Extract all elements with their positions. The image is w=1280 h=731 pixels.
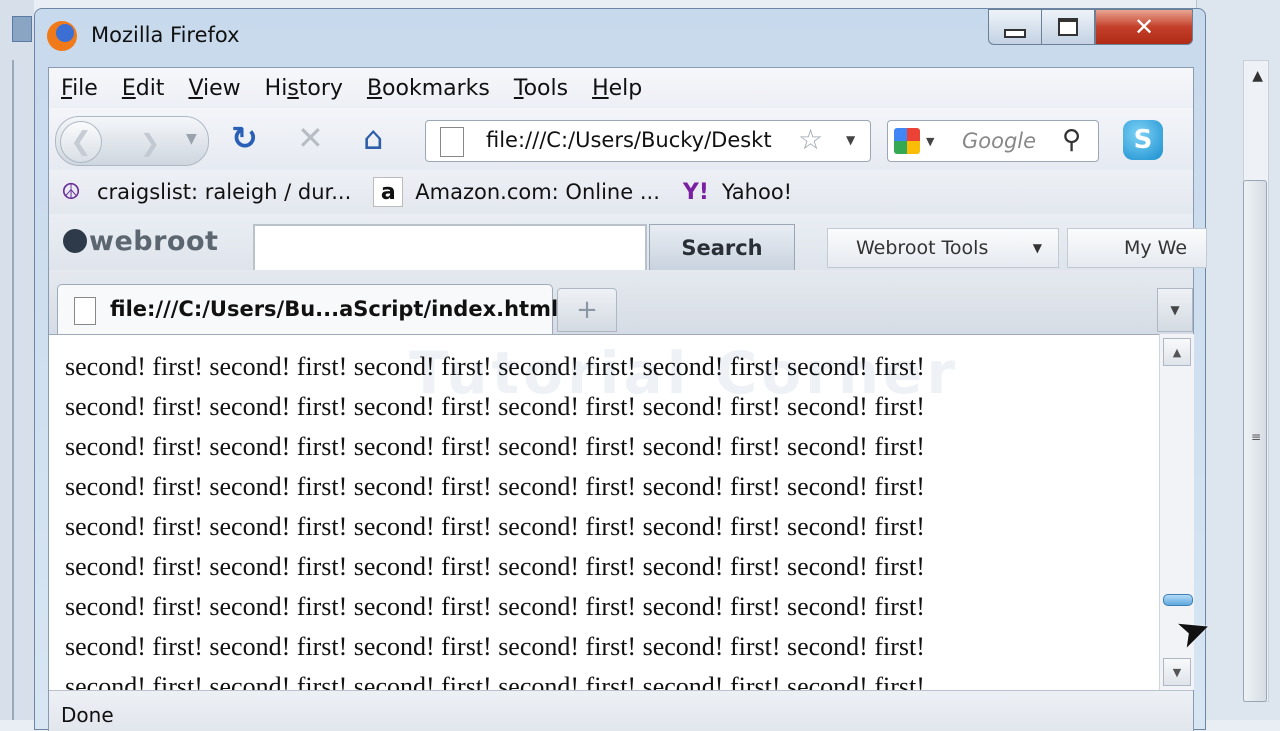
menu-bookmarks[interactable]: Bookmarks bbox=[355, 76, 502, 101]
chevron-down-icon: ▼ bbox=[1172, 665, 1182, 679]
menu-bar: File Edit View History Bookmarks Tools H… bbox=[49, 68, 1193, 108]
browser-client-area: File Edit View History Bookmarks Tools H… bbox=[48, 67, 1217, 731]
chevron-down-icon: ▼ bbox=[1032, 241, 1042, 255]
window-icon bbox=[12, 16, 32, 42]
tab-list-button[interactable]: ▼ bbox=[1157, 288, 1193, 332]
navigation-toolbar: ❮ ❯ ▼ ↻ ✕ ⌂ file:///C:/Users/Bucky/Deskt… bbox=[49, 108, 1193, 170]
menu-edit[interactable]: Edit bbox=[110, 76, 177, 101]
webroot-tools-button[interactable]: Webroot Tools ▼ bbox=[827, 228, 1059, 268]
bookmarks-toolbar: ☮ craigslist: raleigh / dur... a Amazon.… bbox=[49, 170, 1193, 214]
page-icon bbox=[74, 297, 96, 325]
minimize-button[interactable] bbox=[988, 9, 1042, 45]
google-icon[interactable] bbox=[894, 128, 920, 154]
title-bar: Mozilla Firefox ✕ bbox=[35, 9, 1205, 61]
scroll-down-button[interactable]: ▼ bbox=[1163, 658, 1191, 686]
background-divider bbox=[12, 60, 26, 720]
minimize-icon bbox=[1004, 28, 1026, 38]
back-button[interactable]: ❮ bbox=[60, 121, 102, 163]
status-text: Done bbox=[61, 703, 114, 727]
back-forward-group: ❮ ❯ ▼ bbox=[55, 116, 209, 166]
url-dropdown-icon[interactable]: ▼ bbox=[846, 133, 855, 147]
webroot-search-input[interactable] bbox=[253, 224, 647, 272]
page-icon bbox=[440, 127, 464, 157]
maximize-icon bbox=[1058, 18, 1078, 36]
forward-button[interactable]: ❯ bbox=[140, 129, 160, 157]
tab-index-html[interactable]: file:///C:/Users/Bu...aScript/index.html bbox=[57, 284, 558, 335]
home-icon[interactable]: ⌂ bbox=[363, 122, 383, 154]
url-text[interactable]: file:///C:/Users/Bucky/Deskt bbox=[486, 128, 786, 152]
chevron-up-icon[interactable]: ▲ bbox=[1252, 68, 1263, 84]
page-text: second! first! second! first! second! fi… bbox=[65, 347, 925, 691]
bookmark-star-icon[interactable]: ☆ bbox=[798, 123, 823, 156]
text-line: second! first! second! first! second! fi… bbox=[65, 632, 925, 661]
chevron-up-icon: ▲ bbox=[1172, 345, 1182, 359]
scrollbar-thumb[interactable] bbox=[1163, 594, 1193, 606]
tab-strip: file:///C:/Users/Bu...aScript/index.html… bbox=[49, 270, 1193, 335]
window-title: Mozilla Firefox bbox=[91, 23, 240, 47]
text-line: second! first! second! first! second! fi… bbox=[65, 392, 925, 421]
bookmark-label: Yahoo! bbox=[721, 180, 793, 204]
firefox-window: Mozilla Firefox ✕ File Edit View History… bbox=[34, 8, 1217, 731]
forward-arrow-icon: ❯ bbox=[140, 129, 161, 157]
stop-icon[interactable]: ✕ bbox=[297, 122, 324, 154]
text-line: second! first! second! first! second! fi… bbox=[65, 512, 925, 541]
firefox-icon bbox=[47, 21, 77, 51]
text-line: second! first! second! first! second! fi… bbox=[65, 592, 925, 621]
url-bar[interactable]: file:///C:/Users/Bucky/Deskt ☆ ▼ bbox=[425, 120, 871, 162]
text-line: second! first! second! first! second! fi… bbox=[65, 432, 925, 461]
yahoo-icon: Y! bbox=[682, 179, 709, 205]
grip-icon: ≡ bbox=[1250, 430, 1261, 444]
webroot-logo: webroot bbox=[63, 226, 218, 257]
bookmark-yahoo[interactable]: Y! Yahoo! bbox=[682, 178, 792, 206]
menu-help[interactable]: Help bbox=[580, 76, 654, 101]
menu-file[interactable]: File bbox=[49, 76, 110, 101]
menu-view[interactable]: View bbox=[176, 76, 252, 101]
text-line: second! first! second! first! second! fi… bbox=[65, 352, 925, 381]
tab-label: file:///C:/Users/Bu...aScript/index.html bbox=[110, 297, 559, 321]
webroot-search-button[interactable]: Search bbox=[649, 224, 795, 272]
text-line: second! first! second! first! second! fi… bbox=[65, 552, 925, 581]
menu-history[interactable]: History bbox=[253, 76, 355, 101]
search-icon[interactable]: ⚲ bbox=[1062, 125, 1081, 155]
scroll-up-button[interactable]: ▲ bbox=[1163, 338, 1191, 366]
skype-icon[interactable]: S bbox=[1123, 120, 1163, 160]
background-window: ▲ ≡ bbox=[1196, 0, 1280, 720]
background-desktop-edge bbox=[0, 0, 34, 720]
plus-icon: + bbox=[576, 295, 598, 325]
reload-icon[interactable]: ↻ bbox=[231, 122, 258, 154]
status-bar: Done bbox=[49, 690, 1193, 731]
bookmark-amazon[interactable]: a Amazon.com: Online ... bbox=[373, 177, 660, 207]
search-bar[interactable]: ▼ Google ⚲ bbox=[887, 120, 1099, 162]
chevron-down-icon: ▼ bbox=[1170, 303, 1180, 317]
history-dropdown-icon[interactable]: ▼ bbox=[186, 131, 197, 147]
close-icon: ✕ bbox=[1133, 13, 1155, 41]
bookmark-label: Amazon.com: Online ... bbox=[415, 180, 660, 204]
amazon-icon: a bbox=[373, 177, 404, 207]
text-line: second! first! second! first! second! fi… bbox=[65, 672, 925, 691]
back-arrow-icon: ❮ bbox=[70, 127, 92, 157]
new-tab-button[interactable]: + bbox=[557, 288, 617, 332]
search-engine-dropdown-icon[interactable]: ▼ bbox=[926, 135, 934, 148]
bookmark-label: craigslist: raleigh / dur... bbox=[97, 180, 352, 204]
search-placeholder[interactable]: Google bbox=[962, 129, 1036, 153]
close-button[interactable]: ✕ bbox=[1095, 9, 1193, 45]
menu-tools[interactable]: Tools bbox=[502, 76, 580, 101]
webroot-toolbar: webroot Search Webroot Tools ▼ My We bbox=[49, 214, 1207, 272]
webroot-logo-icon bbox=[63, 229, 87, 253]
maximize-button[interactable] bbox=[1041, 9, 1095, 45]
text-line: second! first! second! first! second! fi… bbox=[65, 472, 925, 501]
peace-icon: ☮ bbox=[61, 179, 81, 205]
webroot-myweb-button[interactable]: My We bbox=[1067, 228, 1207, 268]
page-content: Tutorial Corner second! first! second! f… bbox=[49, 334, 1159, 691]
bookmark-craigslist[interactable]: ☮ craigslist: raleigh / dur... bbox=[57, 178, 351, 206]
